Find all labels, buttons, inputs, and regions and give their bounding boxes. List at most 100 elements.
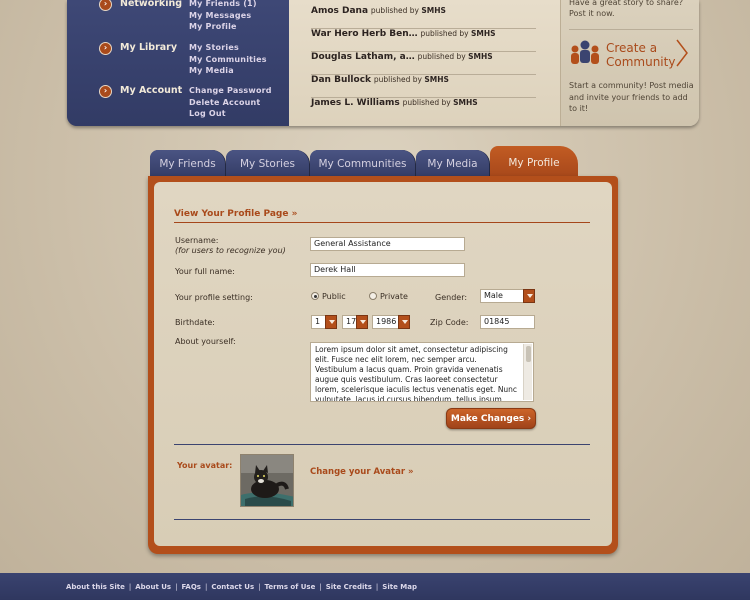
nav-group-title: My Library	[120, 42, 178, 53]
top-panel: › Networking My Friends (1) My Messages …	[67, 0, 699, 126]
public-label: Public	[322, 292, 346, 301]
make-changes-button[interactable]: Make Changes ›	[446, 408, 536, 429]
view-profile-link[interactable]: View Your Profile Page »	[174, 209, 297, 219]
private-radio[interactable]: Private	[369, 292, 408, 301]
about-textarea[interactable]: Lorem ipsum dolor sit amet, consectetur …	[310, 342, 534, 402]
footer-link-site-map[interactable]: Site Map	[382, 583, 417, 591]
chevron-down-icon[interactable]	[356, 315, 368, 329]
story-author[interactable]: Amos Dana	[311, 6, 368, 16]
list-item[interactable]: Douglas Latham, a… published by SMHS	[311, 52, 536, 75]
create-community-title-2[interactable]: Community	[606, 55, 675, 69]
chevron-down-icon[interactable]	[523, 289, 535, 303]
list-item[interactable]: James L. Williams published by SMHS	[311, 98, 536, 121]
separator: |	[258, 583, 261, 591]
avatar-label: Your avatar:	[177, 461, 233, 470]
change-avatar-link[interactable]: Change your Avatar »	[310, 467, 413, 477]
divider	[174, 444, 590, 445]
story-author[interactable]: James L. Williams	[311, 98, 400, 108]
birth-year-select[interactable]: 1986	[372, 315, 410, 329]
username-field[interactable]: General Assistance	[310, 237, 465, 251]
create-community-promo: Have a great story to share? Post it now…	[560, 0, 699, 126]
create-community-link[interactable]: Create a Community	[606, 41, 675, 69]
scrollbar[interactable]	[523, 344, 532, 400]
nav-group-title: Networking	[120, 0, 183, 9]
gender-label: Gender:	[435, 293, 468, 302]
story-publisher[interactable]: SMHS	[421, 6, 446, 15]
about-text[interactable]: Lorem ipsum dolor sit amet, consectetur …	[315, 345, 517, 401]
nav-link-delete-account[interactable]: Delete Account	[189, 97, 272, 109]
nav-link-my-messages[interactable]: My Messages	[189, 10, 257, 22]
post-story-prompt[interactable]: Have a great story to share? Post it now…	[569, 0, 694, 19]
published-by-label: published by	[420, 29, 469, 38]
birth-day-select[interactable]: 17	[342, 315, 368, 329]
story-author[interactable]: War Hero Herb Ben…	[311, 29, 418, 39]
story-publisher[interactable]: SMHS	[453, 98, 478, 107]
footer-link-contact-us[interactable]: Contact Us	[211, 583, 254, 591]
arrow-circle-icon: ›	[99, 0, 112, 11]
birthdate-label: Birthdate:	[175, 318, 215, 327]
birth-year-value: 1986	[376, 317, 397, 326]
username-label-text: Username:	[175, 236, 219, 245]
divider	[174, 222, 590, 223]
private-label: Private	[380, 292, 408, 301]
fullname-label: Your full name:	[175, 267, 235, 276]
footer-link-about-site[interactable]: About this Site	[66, 583, 125, 591]
list-item[interactable]: Amos Dana published by SMHS	[311, 6, 536, 29]
divider	[569, 29, 693, 30]
birth-month-select[interactable]: 1	[311, 315, 337, 329]
community-icon[interactable]	[569, 39, 601, 69]
tab-my-profile[interactable]: My Profile	[490, 146, 578, 180]
footer-link-site-credits[interactable]: Site Credits	[326, 583, 372, 591]
nav-link-my-profile[interactable]: My Profile	[189, 21, 257, 33]
avatar	[240, 454, 294, 507]
nav-link-my-friends[interactable]: My Friends (1)	[189, 0, 257, 10]
story-publisher[interactable]: SMHS	[468, 52, 493, 61]
chevron-right-icon[interactable]	[675, 38, 689, 68]
footer-link-faqs[interactable]: FAQs	[181, 583, 201, 591]
create-community-description: Start a community! Post media and invite…	[569, 81, 694, 113]
arrow-circle-icon: ›	[99, 85, 112, 98]
gender-value: Male	[484, 291, 503, 300]
divider	[174, 519, 590, 520]
footer-link-terms[interactable]: Terms of Use	[264, 583, 315, 591]
nav-link-my-media[interactable]: My Media	[189, 65, 267, 77]
separator: |	[319, 583, 322, 591]
published-by-label: published by	[373, 75, 422, 84]
gender-select[interactable]: Male	[480, 289, 535, 303]
radio-checked-icon[interactable]	[311, 292, 319, 300]
story-author[interactable]: Dan Bullock	[311, 75, 371, 85]
recent-stories-list: Amos Dana published by SMHS War Hero Her…	[289, 0, 560, 126]
public-radio[interactable]: Public	[311, 292, 346, 301]
profile-setting-label: Your profile setting:	[175, 293, 253, 302]
published-by-label: published by	[417, 52, 466, 61]
chevron-down-icon[interactable]	[325, 315, 337, 329]
nav-link-log-out[interactable]: Log Out	[189, 108, 272, 120]
fullname-field[interactable]: Derek Hall	[310, 263, 465, 277]
radio-unchecked-icon[interactable]	[369, 292, 377, 300]
nav-link-change-password[interactable]: Change Password	[189, 85, 272, 97]
story-publisher[interactable]: SMHS	[471, 29, 496, 38]
zip-label: Zip Code:	[430, 318, 469, 327]
create-community-title-1[interactable]: Create a	[606, 41, 675, 55]
published-by-label: published by	[370, 6, 419, 15]
footer-links: About this Site | About Us | FAQs | Contact Us…	[66, 583, 417, 591]
birth-day-value: 17	[346, 317, 357, 326]
story-author[interactable]: Douglas Latham, a…	[311, 52, 415, 62]
story-publisher[interactable]: SMHS	[424, 75, 449, 84]
arrow-circle-icon: ›	[99, 42, 112, 55]
account-nav: › Networking My Friends (1) My Messages …	[67, 0, 289, 126]
separator: |	[204, 583, 208, 591]
list-item[interactable]: War Hero Herb Ben… published by SMHS	[311, 29, 536, 52]
published-by-label: published by	[402, 98, 451, 107]
nav-link-my-stories[interactable]: My Stories	[189, 42, 267, 54]
footer-link-about-us[interactable]: About Us	[135, 583, 171, 591]
profile-form: View Your Profile Page » Username: (for …	[154, 182, 612, 546]
profile-card: View Your Profile Page » Username: (for …	[148, 176, 618, 554]
about-label: About yourself:	[175, 337, 236, 346]
chevron-down-icon[interactable]	[398, 315, 410, 329]
zip-code-field[interactable]: 01845	[480, 315, 535, 329]
username-hint: (for users to recognize you)	[175, 246, 286, 255]
scrollbar-thumb[interactable]	[526, 346, 531, 362]
list-item[interactable]: Dan Bullock published by SMHS	[311, 75, 536, 98]
nav-link-my-communities[interactable]: My Communities	[189, 54, 267, 66]
